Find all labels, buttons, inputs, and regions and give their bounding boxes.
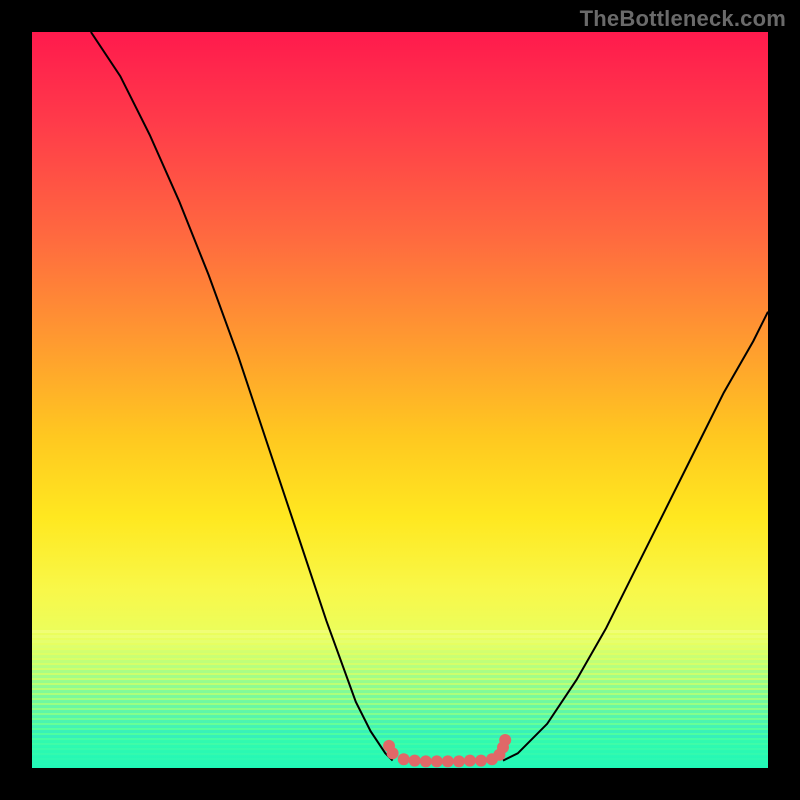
marker-cluster: [383, 734, 511, 767]
marker-dot: [431, 755, 443, 767]
curve-svg: [32, 32, 768, 768]
marker-dot: [409, 755, 421, 767]
marker-dot: [442, 755, 454, 767]
marker-dot: [475, 755, 487, 767]
marker-dot: [387, 747, 399, 759]
marker-dot: [398, 753, 410, 765]
left-curve-path: [91, 32, 393, 761]
marker-dot: [453, 755, 465, 767]
watermark-text: TheBottleneck.com: [580, 6, 786, 32]
marker-dot: [420, 755, 432, 767]
marker-dot: [464, 755, 476, 767]
marker-dot: [499, 734, 511, 746]
right-curve-path: [503, 312, 768, 761]
plot-area: [32, 32, 768, 768]
chart-stage: TheBottleneck.com: [0, 0, 800, 800]
